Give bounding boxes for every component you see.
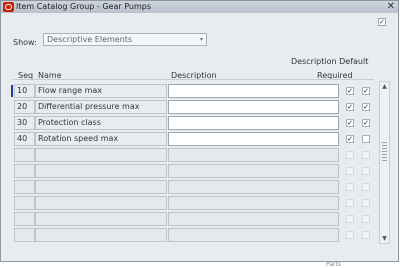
name-cell[interactable] xyxy=(35,212,167,226)
seq-cell[interactable]: 20 xyxy=(14,100,35,114)
table-row: 20 Differential pressure max ✓ ✓ xyxy=(11,99,374,115)
seq-cell[interactable] xyxy=(14,164,35,178)
table-row xyxy=(11,147,374,163)
oracle-app-icon xyxy=(3,2,14,12)
seq-cell[interactable] xyxy=(14,196,35,210)
show-label: Show: xyxy=(13,38,37,47)
seq-cell[interactable] xyxy=(14,228,35,242)
table-row: 10 Flow range max ✓ ✓ xyxy=(11,83,374,99)
description-default-checkbox[interactable] xyxy=(346,199,354,207)
required-checkbox[interactable] xyxy=(362,199,370,207)
description-cell[interactable] xyxy=(168,228,339,242)
seq-cell[interactable]: 10 xyxy=(14,84,35,98)
name-cell[interactable] xyxy=(35,164,167,178)
description-default-checkbox[interactable] xyxy=(346,215,354,223)
description-default-checkbox[interactable]: ✓ xyxy=(346,87,354,95)
description-cell[interactable] xyxy=(168,132,339,146)
required-checkbox[interactable] xyxy=(362,215,370,223)
scroll-down-icon[interactable]: ▼ xyxy=(380,234,389,243)
description-default-checkbox[interactable]: ✓ xyxy=(346,135,354,143)
window-title: Item Catalog Group - Gear Pumps xyxy=(16,2,151,11)
table-row xyxy=(11,227,374,243)
vertical-scrollbar[interactable]: ▲ ▼ xyxy=(379,81,390,244)
close-icon[interactable]: ✕ xyxy=(387,1,395,13)
table-row: 40 Rotation speed max ✓ xyxy=(11,131,374,147)
name-cell[interactable] xyxy=(35,148,167,162)
show-select[interactable]: Descriptive Elements ▾ xyxy=(43,33,207,46)
required-checkbox[interactable] xyxy=(362,167,370,175)
show-select-value: Descriptive Elements xyxy=(47,35,133,44)
seq-cell[interactable] xyxy=(14,212,35,226)
name-cell[interactable]: Rotation speed max xyxy=(35,132,167,146)
title-bar[interactable]: Item Catalog Group - Gear Pumps ✕ xyxy=(1,1,398,13)
current-record-indicator xyxy=(11,85,13,97)
required-checkbox[interactable] xyxy=(362,231,370,239)
description-default-checkbox[interactable]: ✓ xyxy=(346,119,354,127)
description-cell[interactable] xyxy=(168,164,339,178)
required-checkbox[interactable] xyxy=(362,151,370,159)
description-default-checkbox[interactable] xyxy=(346,167,354,175)
name-cell[interactable] xyxy=(35,196,167,210)
required-checkbox[interactable]: ✓ xyxy=(362,87,370,95)
header-description-default: Description Default xyxy=(291,57,369,66)
required-checkbox[interactable]: ✓ xyxy=(362,103,370,111)
chevron-down-icon: ▾ xyxy=(199,36,203,43)
table-row xyxy=(11,179,374,195)
item-catalog-group-window: Item Catalog Group - Gear Pumps ✕ ✓ Show… xyxy=(0,0,399,262)
table-row xyxy=(11,163,374,179)
table-row xyxy=(11,211,374,227)
name-cell[interactable]: Protection class xyxy=(35,116,167,130)
description-cell[interactable] xyxy=(168,84,339,98)
seq-cell[interactable]: 30 xyxy=(14,116,35,130)
table-row xyxy=(11,195,374,211)
name-cell[interactable] xyxy=(35,228,167,242)
description-cell[interactable] xyxy=(168,100,339,114)
description-cell[interactable] xyxy=(168,180,339,194)
description-default-checkbox[interactable] xyxy=(346,183,354,191)
description-default-checkbox[interactable] xyxy=(346,151,354,159)
description-cell[interactable] xyxy=(168,196,339,210)
required-checkbox[interactable] xyxy=(362,135,370,143)
description-cell[interactable] xyxy=(168,212,339,226)
scroll-grip[interactable] xyxy=(382,142,387,162)
description-cell[interactable] xyxy=(168,148,339,162)
seq-cell[interactable]: 40 xyxy=(14,132,35,146)
required-checkbox[interactable]: ✓ xyxy=(362,119,370,127)
description-default-checkbox[interactable]: ✓ xyxy=(346,103,354,111)
footer-text: Parts xyxy=(326,261,341,268)
name-cell[interactable]: Flow range max xyxy=(35,84,167,98)
table-row: 30 Protection class ✓ ✓ xyxy=(11,115,374,131)
seq-cell[interactable] xyxy=(14,180,35,194)
seq-cell[interactable] xyxy=(14,148,35,162)
scroll-up-icon[interactable]: ▲ xyxy=(380,82,389,91)
header-divider xyxy=(13,79,374,80)
top-checkbox[interactable]: ✓ xyxy=(378,18,386,26)
name-cell[interactable] xyxy=(35,180,167,194)
name-cell[interactable]: Differential pressure max xyxy=(35,100,167,114)
description-cell[interactable] xyxy=(168,116,339,130)
required-checkbox[interactable] xyxy=(362,183,370,191)
description-default-checkbox[interactable] xyxy=(346,231,354,239)
